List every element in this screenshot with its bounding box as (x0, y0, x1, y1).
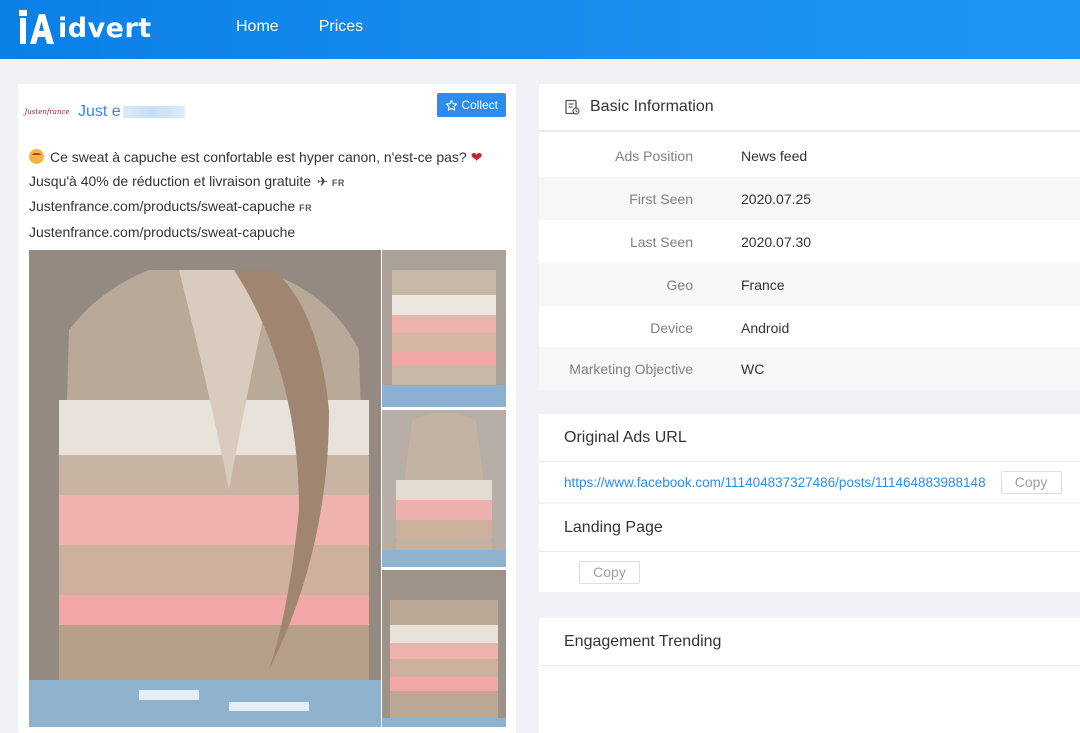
advertiser-logo: Justenfrance (24, 108, 70, 116)
info-value: France (741, 276, 785, 293)
advertiser-header: Justenfrance Just e (24, 100, 185, 124)
ad-image-thumb-3[interactable] (382, 570, 506, 727)
landing-page-title: Landing Page (539, 504, 1080, 552)
document-info-icon (565, 99, 580, 115)
info-value: News feed (741, 147, 808, 164)
info-label: Last Seen (629, 233, 693, 250)
basic-information-title: Basic Information (539, 84, 1080, 132)
original-ads-url-title: Original Ads URL (539, 414, 1080, 462)
basic-information-title-text: Basic Information (590, 98, 714, 115)
airplane-emoji-icon: ✈ (316, 173, 328, 189)
sweater-photo-thumb-1 (382, 250, 506, 407)
landing-page-row: Copy (539, 552, 1080, 592)
smiling-face-emoji-icon (29, 149, 44, 164)
info-row-ads-position: Ads Position News feed (539, 134, 1080, 177)
main-nav: Home Prices (236, 18, 363, 36)
info-label: Marketing Objective (569, 360, 693, 377)
copy-url-button[interactable]: Copy (1000, 470, 1062, 494)
info-row-first-seen: First Seen 2020.07.25 (539, 177, 1080, 220)
info-label: Geo (666, 276, 693, 293)
ad-preview-card: Justenfrance Just e Collect Ce sweat à c… (18, 84, 516, 733)
blurred-name-segment (122, 105, 185, 118)
ad-image-collage (29, 250, 506, 727)
info-row-last-seen: Last Seen 2020.07.30 (539, 220, 1080, 263)
collect-button[interactable]: Collect (437, 93, 506, 117)
landing-page-section: Landing Page Copy (539, 504, 1080, 592)
collect-label: Collect (461, 98, 498, 112)
star-icon (446, 99, 458, 111)
engagement-trending-section: Engagement Trending (539, 618, 1080, 733)
ad-image-thumb-1[interactable] (382, 250, 506, 407)
info-row-geo: Geo France (539, 263, 1080, 306)
ad-text-line-3: Justenfrance.com/products/sweat-capuche F… (29, 198, 313, 214)
info-label: Device (650, 319, 693, 336)
info-label: First Seen (629, 190, 693, 207)
lang-tag: FR (331, 177, 345, 188)
original-url-row: https://www.facebook.com/111404837327486… (539, 462, 1080, 502)
ad-text-line-2: Jusqu'à 40% de réduction et livraison gr… (29, 170, 509, 196)
top-navigation-bar: idvert Home Prices (0, 0, 1080, 59)
sweater-photo-thumb-3 (382, 570, 506, 727)
info-row-marketing-objective: Marketing Objective WC (539, 347, 1080, 390)
original-ads-url-section: Original Ads URL https://www.facebook.co… (539, 414, 1080, 502)
nav-home[interactable]: Home (236, 18, 279, 36)
nav-prices[interactable]: Prices (319, 18, 363, 36)
logo-text: idvert (58, 12, 152, 44)
ad-text-line-1: Ce sweat à capuche est confortable est h… (29, 146, 509, 170)
info-value: WC (741, 360, 765, 377)
heart-emoji-icon: ❤ (470, 149, 483, 165)
lang-tag: FR (299, 203, 313, 213)
sweater-photo-thumb-2 (382, 410, 506, 567)
engagement-trending-title: Engagement Trending (539, 618, 1080, 666)
sweater-photo-main (29, 250, 381, 727)
ad-info-panel: Basic Information Ads Position News feed… (539, 84, 1080, 733)
info-row-device: Device Android (539, 306, 1080, 349)
info-value: 2020.07.25 (741, 190, 812, 207)
logo-mark-icon (18, 10, 54, 46)
ad-copy-text: Ce sweat à capuche est confortable est h… (29, 146, 509, 244)
info-value: Android (741, 319, 790, 336)
advertiser-name[interactable]: Just e (78, 103, 185, 121)
basic-information-section: Basic Information Ads Position News feed… (539, 84, 1080, 390)
original-ads-url-link[interactable]: https://www.facebook.com/111404837327486… (564, 475, 986, 490)
ad-text-line-4: Justenfrance.com/products/sweat-capuche (29, 223, 296, 240)
ad-image-thumb-2[interactable] (382, 410, 506, 567)
ad-image-main[interactable] (29, 250, 381, 727)
info-label: Ads Position (615, 147, 693, 164)
info-value: 2020.07.30 (741, 233, 812, 250)
idvert-logo[interactable]: idvert (18, 9, 152, 47)
copy-landing-page-button[interactable]: Copy (579, 560, 640, 584)
